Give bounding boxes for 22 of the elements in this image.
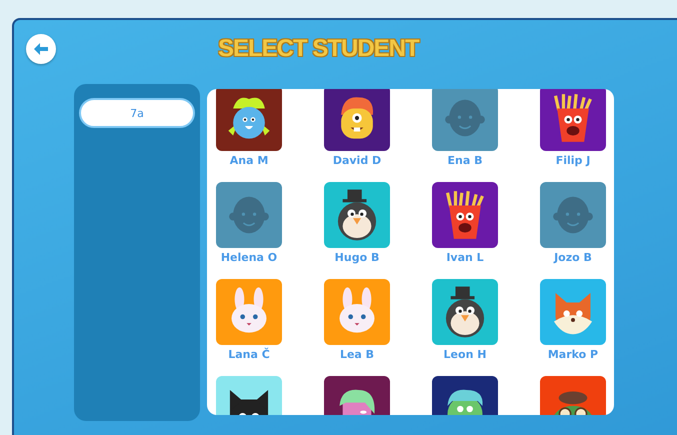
student-name: Jozo B [554,250,592,266]
student-name: Ivan L [446,250,484,266]
student-name: Hugo B [334,250,380,266]
student-name: Ena B [448,153,482,169]
avatar-button[interactable] [540,89,606,151]
student-name: David D [332,153,382,169]
back-arrow-icon [33,42,49,56]
class-item[interactable]: 7a [79,98,195,128]
avatar-button[interactable] [432,279,498,345]
student-name: Lea B [340,347,374,363]
student-name: Ana M [230,153,268,169]
avatar-button[interactable] [324,182,390,248]
back-button[interactable] [26,34,56,64]
page-title: SELECT STUDENT [218,35,419,63]
avatar-button[interactable] [324,89,390,151]
avatar-button[interactable] [432,182,498,248]
student-name: Leon H [444,347,486,363]
student-name: Filip J [556,153,590,169]
student-name: Lana Č [228,347,270,363]
student-name: Marko P [548,347,598,363]
student-name: Helena O [220,250,278,266]
avatar-button[interactable] [216,89,282,151]
